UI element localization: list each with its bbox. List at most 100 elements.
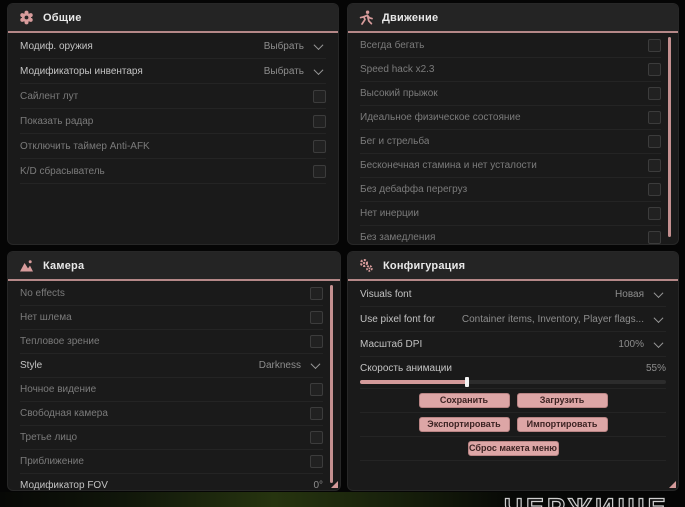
checkbox[interactable] bbox=[648, 159, 661, 172]
chevron-down-icon bbox=[310, 359, 321, 370]
checkbox[interactable] bbox=[310, 383, 323, 396]
setting-row: Сайлент лут bbox=[20, 84, 326, 109]
dropdown-value: 100% bbox=[618, 338, 644, 350]
reset-menu-layout-button[interactable]: Сброс макета меню bbox=[467, 441, 559, 456]
setting-row: Идеальное физическое состояние bbox=[360, 106, 661, 130]
panel-camera-header[interactable]: Камера bbox=[8, 252, 340, 281]
checkbox[interactable] bbox=[648, 39, 661, 52]
setting-label: Идеальное физическое состояние bbox=[360, 112, 521, 123]
setting-label: Высокий прыжок bbox=[360, 88, 438, 99]
setting-row: Приближение bbox=[20, 450, 323, 474]
slider-setting-row: Модификатор FOV 0° bbox=[20, 474, 323, 490]
setting-row: Свободная камера bbox=[20, 402, 323, 426]
setting-row: Visuals font Новая bbox=[360, 282, 666, 307]
checkbox[interactable] bbox=[648, 183, 661, 196]
dropdown-value: Выбрать bbox=[263, 40, 304, 52]
setting-row: Нет шлема bbox=[20, 306, 323, 330]
panel-config: Конфигурация Visuals font Новая Use pixel … bbox=[348, 252, 678, 490]
checkbox[interactable] bbox=[648, 207, 661, 220]
setting-label: Свободная камера bbox=[20, 408, 108, 419]
dropdown[interactable]: 100% bbox=[614, 337, 666, 352]
setting-row: Ночное видение bbox=[20, 378, 323, 402]
dropdown[interactable]: Выбрать bbox=[260, 64, 326, 79]
dropdown-value: Darkness bbox=[258, 360, 301, 371]
panel-movement: Движение Всегда бегать Speed hack x2.3 Выс… bbox=[348, 4, 678, 244]
panel-movement-header[interactable]: Движение bbox=[348, 4, 678, 33]
save-button[interactable]: Сохранить bbox=[418, 393, 510, 408]
setting-label: Всегда бегать bbox=[360, 40, 425, 51]
setting-label: Приближение bbox=[20, 456, 84, 467]
vertical-scrollbar[interactable] bbox=[330, 285, 333, 483]
chevron-down-icon bbox=[653, 337, 664, 348]
dropdown[interactable]: Выбрать bbox=[260, 39, 326, 54]
checkbox[interactable] bbox=[648, 111, 661, 124]
panel-title: Конфигурация bbox=[383, 259, 466, 272]
setting-label: Скорость анимации bbox=[360, 363, 452, 374]
dropdown[interactable]: Container items, Inventory, Player flags… bbox=[458, 312, 666, 327]
checkbox[interactable] bbox=[313, 139, 326, 153]
checkbox[interactable] bbox=[310, 455, 323, 468]
panel-title: Камера bbox=[43, 259, 85, 272]
slider-value: 0° bbox=[313, 480, 323, 490]
setting-row: K/D сбрасыватель bbox=[20, 159, 326, 184]
setting-row: Бег и стрельба bbox=[360, 130, 661, 154]
dropdown-value: Container items, Inventory, Player flags… bbox=[461, 313, 644, 325]
setting-row: Модификаторы инвентаря Выбрать bbox=[20, 59, 326, 84]
checkbox[interactable] bbox=[648, 63, 661, 76]
dropdown-value: Новая bbox=[615, 288, 644, 300]
panel-general: Общие Модиф. оружия Выбрать Модификаторы и… bbox=[8, 4, 338, 244]
checkbox[interactable] bbox=[310, 407, 323, 420]
panel-title: Движение bbox=[382, 11, 439, 24]
setting-label: Масштаб DPI bbox=[360, 338, 423, 350]
setting-label: Use pixel font for bbox=[360, 313, 436, 325]
setting-row: Всегда бегать bbox=[360, 34, 661, 58]
setting-label: Модификаторы инвентаря bbox=[20, 65, 143, 77]
setting-label: Модиф. оружия bbox=[20, 40, 93, 52]
dropdown[interactable]: Darkness bbox=[255, 358, 323, 373]
setting-row: No effects bbox=[20, 282, 323, 306]
panel-resize-handle[interactable] bbox=[669, 481, 676, 488]
checkbox[interactable] bbox=[313, 114, 326, 128]
checkbox[interactable] bbox=[648, 87, 661, 100]
setting-row: Высокий прыжок bbox=[360, 82, 661, 106]
setting-row: Use pixel font for Container items, Inven… bbox=[360, 307, 666, 332]
dropdown-value: Выбрать bbox=[263, 65, 304, 77]
setting-label: Speed hack x2.3 bbox=[360, 64, 435, 75]
dropdown[interactable]: Новая bbox=[611, 287, 666, 302]
panel-title: Общие bbox=[43, 11, 82, 24]
setting-label: Отключить таймер Anti-AFK bbox=[20, 140, 150, 152]
checkbox[interactable] bbox=[313, 164, 326, 178]
setting-row: Style Darkness bbox=[20, 354, 323, 378]
checkbox[interactable] bbox=[648, 231, 661, 244]
setting-label: K/D сбрасыватель bbox=[20, 165, 105, 177]
import-button[interactable]: Импортировать bbox=[516, 417, 608, 432]
export-button[interactable]: Экспортировать bbox=[418, 417, 510, 432]
checkbox[interactable] bbox=[648, 135, 661, 148]
panel-resize-handle[interactable] bbox=[331, 481, 338, 488]
setting-row: Модиф. оружия Выбрать bbox=[20, 34, 326, 59]
checkbox[interactable] bbox=[310, 311, 323, 324]
panel-camera: Камера No effects Нет шлема Тепловое зрени… bbox=[8, 252, 340, 490]
setting-label: Третье лицо bbox=[20, 432, 78, 443]
checkbox[interactable] bbox=[310, 335, 323, 348]
watermark-text: ЧЕРЖИШЕ bbox=[503, 492, 669, 507]
button-row: Экспортировать Импортировать bbox=[360, 413, 666, 437]
checkbox[interactable] bbox=[313, 89, 326, 103]
slider-handle[interactable] bbox=[465, 377, 470, 387]
checkbox[interactable] bbox=[310, 287, 323, 300]
slider[interactable] bbox=[360, 377, 666, 387]
setting-row: Тепловое зрение bbox=[20, 330, 323, 354]
panel-general-header[interactable]: Общие bbox=[8, 4, 338, 33]
panel-config-header[interactable]: Конфигурация bbox=[348, 252, 678, 281]
load-button[interactable]: Загрузить bbox=[516, 393, 608, 408]
setting-label: Нет инерции bbox=[360, 208, 419, 219]
setting-row: Нет инерции bbox=[360, 202, 661, 226]
vertical-scrollbar[interactable] bbox=[668, 37, 671, 237]
running-man-icon bbox=[359, 10, 373, 25]
setting-row: Speed hack x2.3 bbox=[360, 58, 661, 82]
setting-label: Бег и стрельба bbox=[360, 136, 430, 147]
checkbox[interactable] bbox=[310, 431, 323, 444]
setting-row: Бесконечная стамина и нет усталости bbox=[360, 154, 661, 178]
setting-label: Нет шлема bbox=[20, 312, 72, 323]
slider-value: 55% bbox=[645, 363, 666, 374]
